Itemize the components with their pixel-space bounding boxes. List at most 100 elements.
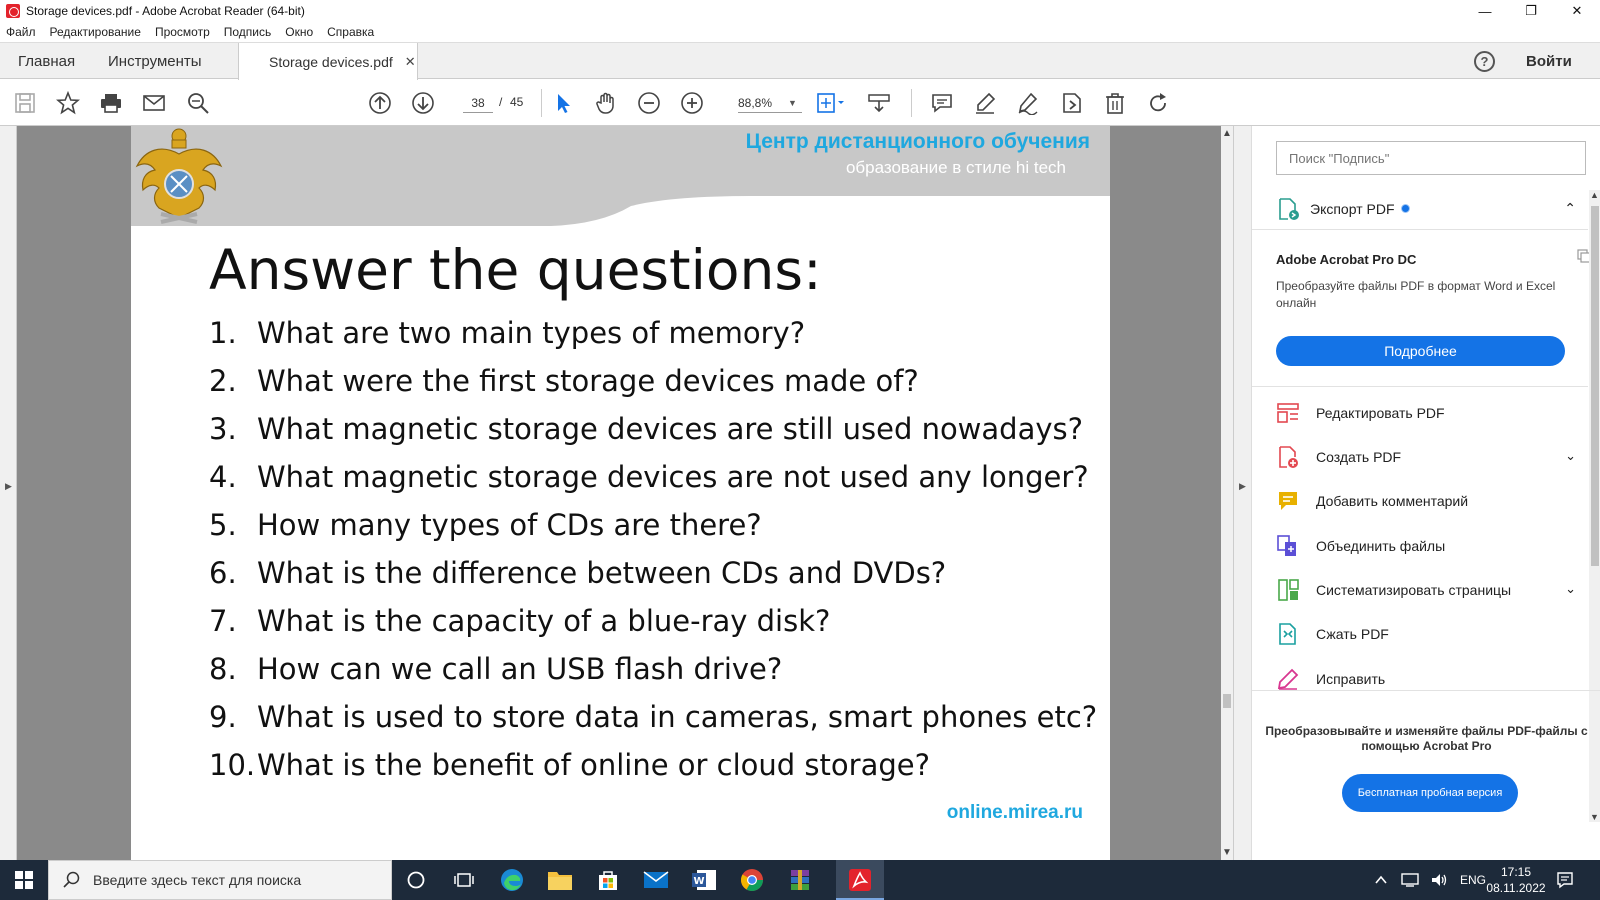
clock-date: 08.11.2022 <box>1486 881 1546 895</box>
main-toolbar: / 45 88,8% ▼ <box>0 80 1600 126</box>
document-viewport[interactable]: ▶ Центр дистанционного обучения образова… <box>0 126 1233 860</box>
winrar-icon[interactable] <box>786 866 814 894</box>
zoom-out-icon[interactable] <box>636 90 662 116</box>
create-pdf-icon <box>1279 446 1298 468</box>
free-trial-button[interactable]: Бесплатная пробная версия <box>1342 774 1518 812</box>
help-icon[interactable]: ? <box>1474 51 1495 72</box>
close-window-button[interactable]: ✕ <box>1554 0 1600 22</box>
signin-button[interactable]: Войти <box>1526 53 1572 70</box>
previous-page-icon[interactable] <box>367 90 393 116</box>
chrome-icon[interactable] <box>738 866 766 894</box>
question-number: 1. <box>209 316 237 350</box>
network-icon[interactable] <box>1400 872 1420 888</box>
tool-label: Редактировать PDF <box>1316 405 1445 421</box>
maximize-button[interactable]: ❐ <box>1508 0 1554 22</box>
fill-sign-icon <box>1277 668 1299 690</box>
chevron-down-icon[interactable]: ⌄ <box>1565 581 1576 597</box>
save-icon[interactable] <box>12 90 38 116</box>
scroll-up-icon[interactable]: ▲ <box>1590 190 1599 200</box>
promo-title: Adobe Acrobat Pro DC <box>1276 252 1417 267</box>
left-panel-toggle[interactable]: ▶ <box>0 126 17 860</box>
question-number: 9. <box>209 700 237 734</box>
question-text: What is used to store data in cameras, s… <box>257 700 1098 734</box>
tool-compress-pdf[interactable]: Сжать PDF <box>1276 619 1576 649</box>
search-zoom-icon[interactable] <box>185 90 211 116</box>
page-number-input[interactable] <box>463 93 493 113</box>
questions-list: 1. What are two main types of memory? 2. W… <box>209 309 1097 789</box>
menu-help[interactable]: Справка <box>327 25 374 39</box>
mail-icon[interactable] <box>642 866 670 894</box>
chevron-up-icon[interactable] <box>1374 873 1388 887</box>
bookmark-star-icon[interactable] <box>55 90 81 116</box>
taskbar-search[interactable]: Введите здесь текст для поиска <box>48 860 392 900</box>
start-button[interactable] <box>0 860 48 900</box>
chevron-up-icon[interactable]: ⌃ <box>1564 200 1576 217</box>
premium-badge-icon <box>1400 204 1410 213</box>
highlight-pen-icon[interactable] <box>972 90 998 116</box>
window-title: Storage devices.pdf - Adobe Acrobat Read… <box>26 4 305 18</box>
learn-more-button[interactable]: Подробнее <box>1276 336 1565 366</box>
comment-icon[interactable] <box>929 90 955 116</box>
right-panel-toggle[interactable]: ▶ <box>1233 126 1251 860</box>
zoom-level-dropdown[interactable]: 88,8% ▼ <box>738 93 802 113</box>
edit-export-icon[interactable] <box>1059 90 1085 116</box>
scrollbar-thumb[interactable] <box>1591 206 1599 566</box>
tab-home[interactable]: Главная <box>18 43 75 79</box>
volume-icon[interactable] <box>1430 872 1448 888</box>
tab-document[interactable]: Storage devices.pdf ✕ <box>238 43 418 80</box>
scroll-mode-icon[interactable] <box>866 90 892 116</box>
title-bar: Storage devices.pdf - Adobe Acrobat Read… <box>0 0 1600 22</box>
tool-add-comment[interactable]: Добавить комментарий <box>1276 486 1576 516</box>
edge-browser-icon[interactable] <box>498 866 526 894</box>
pdf-page: Центр дистанционного обучения образовани… <box>131 126 1110 860</box>
hand-tool-icon[interactable] <box>593 90 619 116</box>
page-total: 45 <box>510 95 524 109</box>
scroll-up-icon[interactable]: ▲ <box>1222 128 1232 139</box>
task-view-icon[interactable] <box>402 866 430 894</box>
minimize-button[interactable]: — <box>1462 0 1508 22</box>
tab-tools[interactable]: Инструменты <box>108 43 202 79</box>
menu-view[interactable]: Просмотр <box>155 25 210 39</box>
tool-create-pdf[interactable]: Создать PDF ⌄ <box>1276 442 1576 472</box>
file-explorer-icon[interactable] <box>546 866 574 894</box>
next-page-icon[interactable] <box>410 90 436 116</box>
rotate-icon[interactable] <box>1145 90 1171 116</box>
zoom-level-value: 88,8% <box>738 95 773 110</box>
timeline-icon[interactable] <box>450 866 478 894</box>
menu-sign[interactable]: Подпись <box>224 25 272 39</box>
tools-search-input[interactable] <box>1276 141 1586 175</box>
menu-file[interactable]: Файл <box>6 25 36 39</box>
scroll-down-icon[interactable]: ▼ <box>1222 847 1232 858</box>
menu-window[interactable]: Окно <box>285 25 313 39</box>
fit-page-icon[interactable] <box>812 90 848 116</box>
question-text: What were the first storage devices made… <box>257 364 919 398</box>
email-icon[interactable] <box>141 90 167 116</box>
tool-label: Систематизировать страницы <box>1316 582 1512 598</box>
page-separator: / <box>499 95 503 109</box>
tool-organize-pages[interactable]: Систематизировать страницы ⌄ <box>1276 575 1576 605</box>
print-icon[interactable] <box>98 90 124 116</box>
language-indicator[interactable]: ENG <box>1460 873 1486 887</box>
taskbar-clock[interactable]: 17:15 08.11.2022 <box>1486 864 1546 896</box>
acrobat-reader-icon[interactable] <box>846 866 874 894</box>
tool-edit-pdf[interactable]: Редактировать PDF <box>1276 398 1576 428</box>
chevron-down-icon[interactable]: ⌄ <box>1565 448 1576 464</box>
scroll-down-icon[interactable]: ▼ <box>1590 812 1599 822</box>
document-scrollbar[interactable]: ▲ ▼ <box>1221 126 1233 860</box>
word-icon[interactable]: W <box>690 866 718 894</box>
close-tab-icon[interactable]: ✕ <box>405 54 416 70</box>
tool-combine-files[interactable]: Объединить файлы <box>1276 531 1576 561</box>
compress-pdf-icon <box>1279 623 1296 645</box>
microsoft-store-icon[interactable] <box>594 866 622 894</box>
delete-trash-icon[interactable] <box>1102 90 1128 116</box>
footer-url[interactable]: online.mirea.ru <box>947 802 1083 824</box>
menu-edit[interactable]: Редактирование <box>50 25 141 39</box>
scrollbar-thumb[interactable] <box>1223 694 1231 708</box>
zoom-in-icon[interactable] <box>679 90 705 116</box>
question-text: What is the benefit of online or cloud s… <box>257 748 930 782</box>
select-cursor-icon[interactable] <box>550 90 576 116</box>
divider <box>1252 386 1588 387</box>
export-pdf-header[interactable]: Экспорт PDF ⌃ <box>1252 188 1588 230</box>
notifications-icon[interactable] <box>1556 871 1574 889</box>
sign-pen-icon[interactable] <box>1015 90 1041 116</box>
